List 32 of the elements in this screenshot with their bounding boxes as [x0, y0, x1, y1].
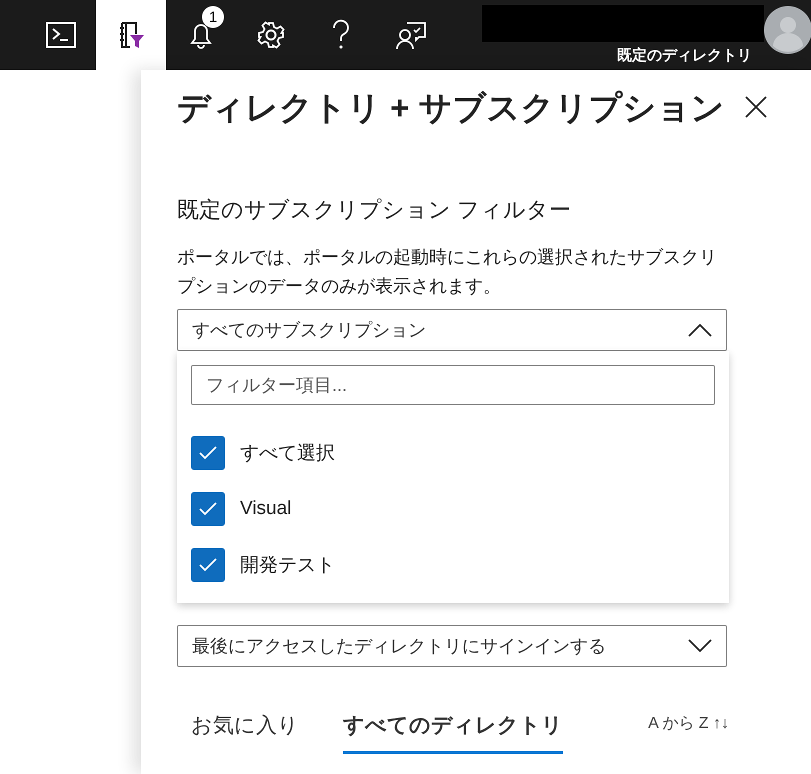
filter-input[interactable]: フィルター項目...	[191, 365, 715, 405]
directory-name: 既定のディレクトリ	[617, 46, 752, 65]
section-title: 既定のサブスクリプション フィルター	[177, 196, 572, 224]
bell-icon	[188, 21, 214, 49]
directory-filter-button[interactable]	[96, 0, 166, 70]
notification-count-badge: 1	[202, 6, 224, 28]
subscription-option[interactable]: 開発テスト	[191, 537, 715, 593]
notifications-button[interactable]: 1	[166, 0, 236, 70]
help-icon	[331, 19, 351, 51]
feedback-icon	[395, 20, 427, 50]
directory-dropdown[interactable]: 最後にアクセスしたディレクトリにサインインする	[177, 625, 727, 667]
account-avatar[interactable]	[764, 6, 811, 57]
panel-title: ディレクトリ + サブスクリプション	[177, 88, 725, 128]
user-avatar-icon	[764, 6, 811, 54]
checkbox[interactable]	[191, 436, 225, 470]
checkmark-icon	[198, 557, 218, 573]
tab[interactable]: お気に入り	[191, 711, 299, 754]
description: ポータルでは、ポータルの起動時にこれらの選択されたサブスクリプションのデータのみが表示されます。	[177, 246, 718, 298]
checkmark-icon	[198, 501, 218, 517]
checkbox[interactable]	[191, 492, 225, 526]
terminal-icon	[46, 22, 76, 48]
checkmark-icon	[198, 445, 218, 461]
subscription-dropdown[interactable]: すべてのサブスクリプション	[177, 309, 727, 351]
chevron-icon	[688, 639, 712, 653]
sort-button[interactable]: A から Z ↑↓	[648, 713, 729, 734]
chevron-icon	[688, 323, 712, 337]
settings-icon	[256, 20, 286, 50]
tab[interactable]: すべてのディレクトリ	[343, 711, 563, 754]
checkbox[interactable]	[191, 548, 225, 582]
subscription-option[interactable]: すべて選択	[191, 425, 715, 481]
close-icon	[745, 96, 767, 118]
subscription-option[interactable]: Visual	[191, 481, 715, 537]
